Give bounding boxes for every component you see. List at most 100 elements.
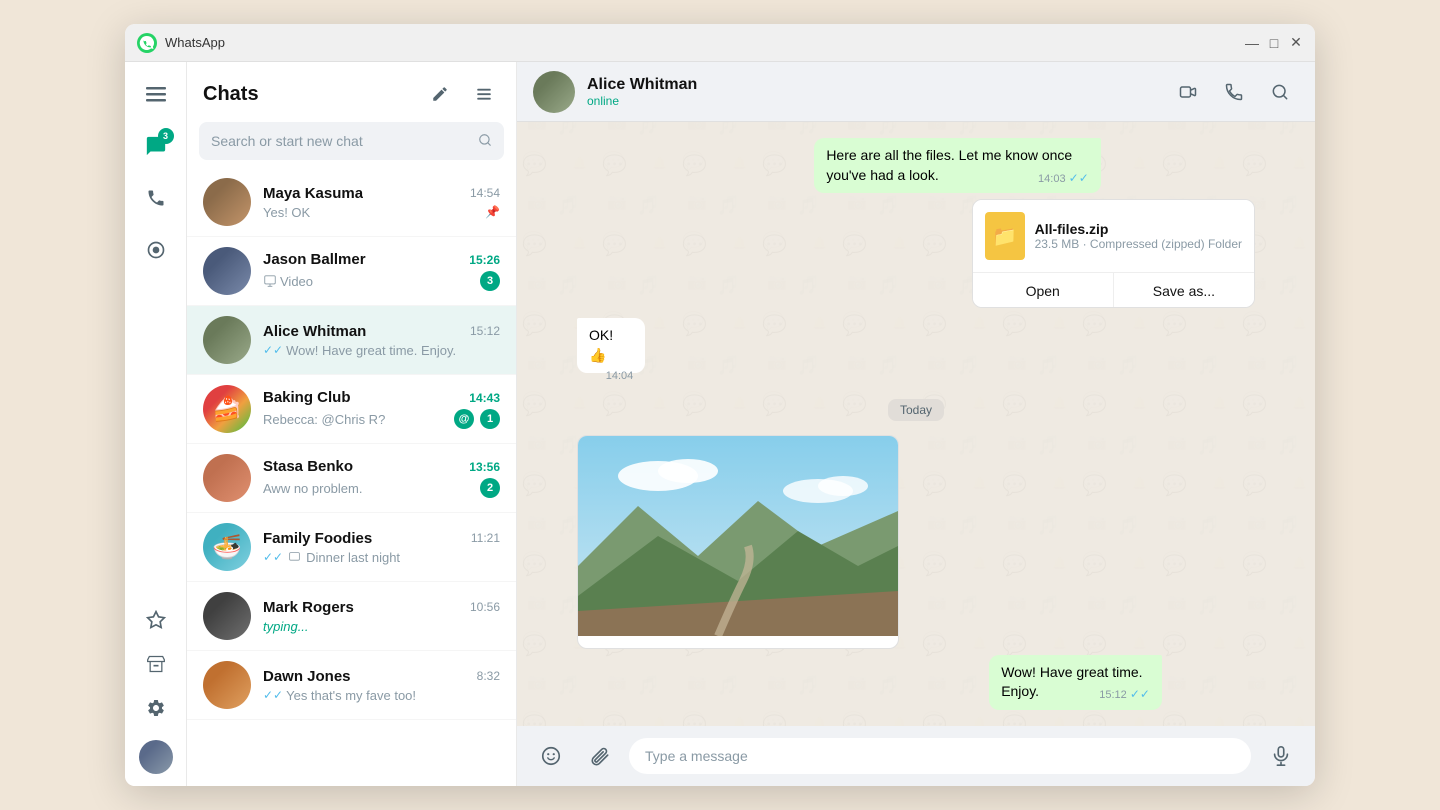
message-text-m3: OK! 👍: [589, 327, 613, 363]
message-bubble-m1: Here are all the files. Let me know once…: [814, 138, 1100, 193]
microphone-button[interactable]: [1263, 738, 1299, 774]
search-bar: [199, 122, 504, 160]
chat-name-alice: Alice Whitman: [263, 323, 366, 340]
nav-starred-icon[interactable]: [136, 600, 176, 640]
message-input[interactable]: [629, 738, 1251, 774]
nav-status-icon[interactable]: [136, 230, 176, 270]
chat-info-maya: Maya Kasuma 14:54 Yes! OK 📌: [263, 185, 500, 220]
file-open-button[interactable]: Open: [973, 273, 1113, 308]
file-save-button[interactable]: Save as...: [1114, 273, 1254, 308]
maximize-button[interactable]: □: [1267, 36, 1281, 50]
voice-call-button[interactable]: [1215, 73, 1253, 111]
search-icon: [478, 133, 492, 150]
attachment-button[interactable]: [581, 738, 617, 774]
chat-contact-name: Alice Whitman: [587, 76, 1169, 94]
chat-name-jason: Jason Ballmer: [263, 251, 366, 268]
unread-badge-stasa: 2: [480, 478, 500, 498]
chat-item-stasa[interactable]: Stasa Benko 13:56 Aww no problem. 2: [187, 444, 516, 513]
chat-header-avatar[interactable]: [533, 71, 575, 113]
title-bar: WhatsApp — □ ✕: [125, 24, 1315, 62]
chat-item-mark[interactable]: Mark Rogers 10:56 typing...: [187, 582, 516, 651]
chat-header-info: Alice Whitman online: [587, 76, 1169, 108]
new-chat-button[interactable]: [424, 78, 456, 110]
chat-item-family[interactable]: 🍜 Family Foodies 11:21 ✓✓ Dinner last ni…: [187, 513, 516, 582]
avatar-maya: [203, 178, 251, 226]
nav-chats-icon[interactable]: 3: [136, 126, 176, 166]
nav-settings-icon[interactable]: [136, 688, 176, 728]
chat-name-dawn: Dawn Jones: [263, 668, 351, 685]
chat-name-mark: Mark Rogers: [263, 599, 354, 616]
message-outgoing-file: 📁 All-files.zip 23.5 MB · Compressed (zi…: [972, 199, 1255, 308]
sidebar-menu-button[interactable]: [468, 78, 500, 110]
video-call-button[interactable]: [1169, 73, 1207, 111]
chat-item-baking[interactable]: 🍰 Baking Club 14:43 Rebecca: @Chris R? @…: [187, 375, 516, 444]
chat-item-jason[interactable]: Jason Ballmer 15:26 Video 3: [187, 237, 516, 306]
chat-preview-mark: typing...: [263, 619, 500, 634]
chat-time-stasa: 13:56: [469, 460, 500, 474]
message-time-m3: 14:04: [606, 369, 634, 384]
message-time-m5: 15:12 ✓✓: [1099, 686, 1150, 703]
avatar-alice: [203, 316, 251, 364]
avatar-baking: 🍰: [203, 385, 251, 433]
message-bubble-m5: Wow! Have great time. Enjoy. 15:12 ✓✓: [989, 655, 1162, 710]
chat-item-dawn[interactable]: Dawn Jones 8:32 ✓✓ Yes that's my fave to…: [187, 651, 516, 720]
left-nav: 3: [125, 62, 187, 786]
file-attachment: 📁 All-files.zip 23.5 MB · Compressed (zi…: [973, 200, 1254, 272]
sidebar: Chats: [187, 62, 517, 786]
chat-info-mark: Mark Rogers 10:56 typing...: [263, 599, 500, 634]
message-outgoing-enjoy: Wow! Have great time. Enjoy. 15:12 ✓✓: [989, 655, 1255, 710]
chat-preview-baking: Rebecca: @Chris R?: [263, 412, 448, 427]
chat-preview-dawn: ✓✓ Yes that's my fave too!: [263, 688, 500, 703]
chat-contact-status: online: [587, 94, 1169, 108]
message-bubble-m3: OK! 👍 14:04: [577, 318, 645, 373]
date-divider-text: Today: [888, 399, 944, 421]
messages-container: Here are all the files. Let me know once…: [517, 122, 1315, 726]
chat-info-stasa: Stasa Benko 13:56 Aww no problem. 2: [263, 458, 500, 498]
chat-info-jason: Jason Ballmer 15:26 Video 3: [263, 251, 500, 291]
chat-info-dawn: Dawn Jones 8:32 ✓✓ Yes that's my fave to…: [263, 668, 500, 703]
emoji-button[interactable]: [533, 738, 569, 774]
pin-icon-maya: 📌: [485, 205, 500, 219]
search-input[interactable]: [211, 133, 478, 149]
close-button[interactable]: ✕: [1289, 36, 1303, 50]
avatar-stasa: [203, 454, 251, 502]
app-window: WhatsApp — □ ✕ 3: [125, 24, 1315, 786]
file-name: All-files.zip: [1035, 221, 1242, 237]
app-logo: [137, 33, 157, 53]
chats-badge: 3: [158, 128, 174, 144]
search-chat-button[interactable]: [1261, 73, 1299, 111]
nav-menu-icon[interactable]: [136, 74, 176, 114]
ticks-m1: ✓✓: [1069, 171, 1089, 185]
avatar-dawn: [203, 661, 251, 709]
chat-info-family: Family Foodies 11:21 ✓✓ Dinner last nigh…: [263, 530, 500, 565]
mention-badge-baking: @: [454, 409, 474, 429]
minimize-button[interactable]: —: [1245, 36, 1259, 50]
chat-name-family: Family Foodies: [263, 530, 372, 547]
chat-time-family: 11:21: [471, 531, 500, 545]
chat-preview-family: ✓✓ Dinner last night: [263, 550, 500, 565]
message-incoming-image: So beautiful here! 15:06 ❤️: [577, 435, 899, 649]
sidebar-title: Chats: [203, 83, 259, 106]
message-outgoing-text: Here are all the files. Let me know once…: [814, 138, 1255, 193]
my-avatar[interactable]: [139, 740, 173, 774]
nav-calls-icon[interactable]: [136, 178, 176, 218]
unread-badge-baking: 1: [480, 409, 500, 429]
message-text-m1: Here are all the files. Let me know once…: [826, 147, 1072, 183]
chat-item-maya[interactable]: Maya Kasuma 14:54 Yes! OK 📌: [187, 168, 516, 237]
chat-image: [578, 436, 898, 641]
chat-item-alice[interactable]: Alice Whitman 15:12 ✓✓ Wow! Have great t…: [187, 306, 516, 375]
chat-time-alice: 15:12: [470, 324, 500, 338]
nav-archived-icon[interactable]: [136, 644, 176, 684]
message-incoming-ok: OK! 👍 14:04: [577, 318, 682, 385]
chat-area: 💬 🎵 🔔 📷 Alice Whitman online: [517, 62, 1315, 786]
chat-header-actions: [1169, 73, 1299, 111]
chat-name-baking: Baking Club: [263, 389, 351, 406]
chat-time-mark: 10:56: [470, 600, 500, 614]
avatar-jason: [203, 247, 251, 295]
chat-info-baking: Baking Club 14:43 Rebecca: @Chris R? @ 1: [263, 389, 500, 429]
file-actions: Open Save as...: [973, 272, 1254, 308]
chat-preview-alice: ✓✓ Wow! Have great time. Enjoy.: [263, 343, 500, 358]
chat-info-alice: Alice Whitman 15:12 ✓✓ Wow! Have great t…: [263, 323, 500, 358]
sidebar-header: Chats: [187, 62, 516, 118]
chat-header: Alice Whitman online: [517, 62, 1315, 122]
